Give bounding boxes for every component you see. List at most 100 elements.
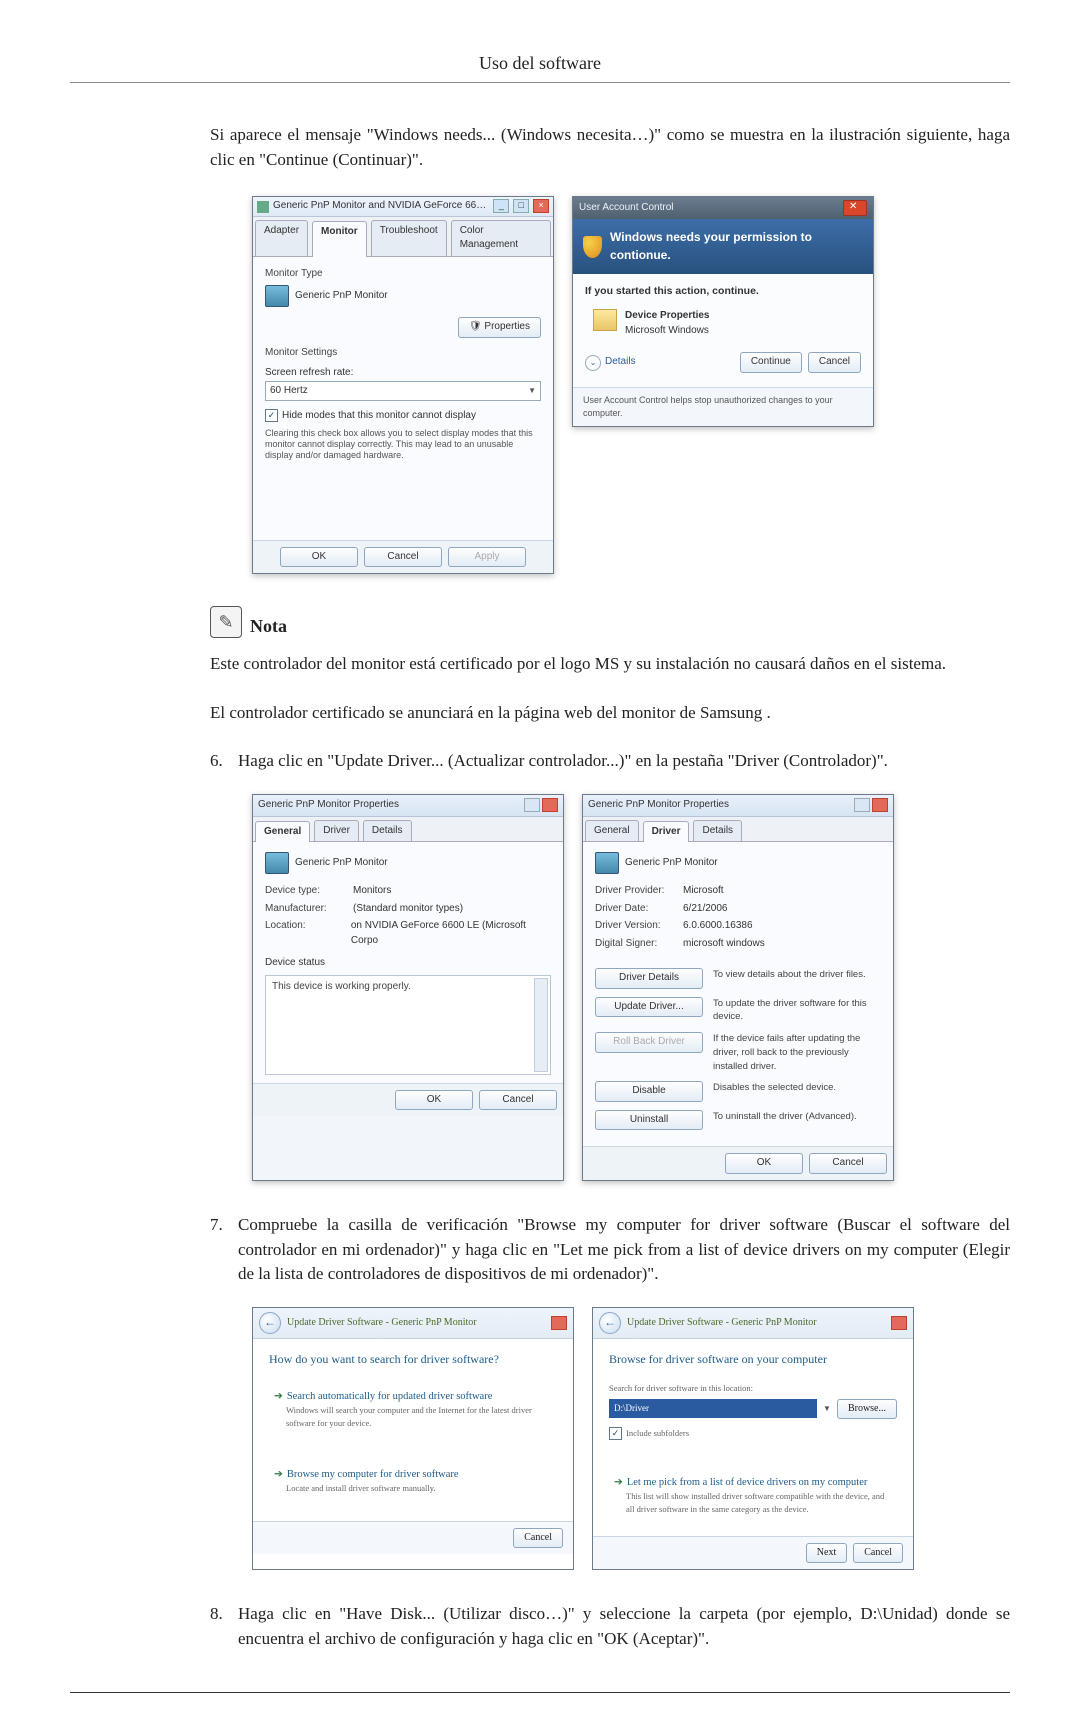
ok-button[interactable]: OK (725, 1153, 803, 1174)
signer-k: Digital Signer: (595, 937, 683, 952)
disable-desc: Disables the selected device. (713, 1081, 881, 1095)
continue-button[interactable]: Continue (740, 352, 802, 373)
monitor-name: Generic PnP Monitor (295, 289, 388, 304)
note-paragraph-2: El controlador certificado se anunciará … (210, 701, 1010, 726)
close-button[interactable] (872, 798, 888, 812)
note-paragraph-1: Este controlador del monitor está certif… (210, 652, 1010, 677)
cancel-button[interactable]: Cancel (513, 1528, 563, 1549)
path-combo[interactable]: D:\Driver (609, 1399, 817, 1418)
app-icon (593, 309, 617, 331)
tab-details[interactable]: Details (363, 820, 412, 842)
uac-titlebar: User Account Control (573, 197, 873, 219)
tab-adapter[interactable]: Adapter (255, 220, 308, 256)
manuf-v: (Standard monitor types) (353, 902, 463, 917)
intro-paragraph: Si aparece el mensaje "Windows needs... … (210, 123, 1010, 172)
close-button[interactable] (891, 1316, 907, 1330)
breadcrumb: Update Driver Software - Generic PnP Mon… (287, 1316, 477, 1331)
option-search-auto[interactable]: ➔Search automatically for updated driver… (269, 1382, 557, 1436)
monitor-settings-label: Monitor Settings (265, 346, 541, 361)
ok-button[interactable]: OK (280, 547, 358, 568)
tab-troubleshoot[interactable]: Troubleshoot (371, 220, 447, 256)
update-driver-desc: To update the driver software for this d… (713, 997, 881, 1025)
opt2-desc: Locate and install driver software manua… (286, 1482, 552, 1494)
opt2-title: Browse my computer for driver software (287, 1469, 459, 1480)
figure-3: ← Update Driver Software - Generic PnP M… (252, 1307, 1010, 1571)
tab-monitor[interactable]: Monitor (312, 221, 367, 257)
version-v: 6.0.6000.16386 (683, 919, 753, 934)
tab-general[interactable]: General (255, 821, 310, 843)
wizard-heading: Browse for driver software on your compu… (609, 1351, 897, 1368)
device-properties-general: Generic PnP Monitor Properties General D… (252, 794, 564, 1181)
cancel-button[interactable]: Cancel (853, 1543, 903, 1564)
minimize-button[interactable]: _ (493, 199, 509, 213)
uac-details-label: Details (605, 355, 636, 370)
chevron-down-icon: ▼ (823, 1403, 831, 1415)
cancel-button[interactable]: Cancel (364, 547, 442, 568)
cancel-button[interactable]: Cancel (809, 1153, 887, 1174)
arrow-icon: ➔ (614, 1477, 623, 1488)
uac-details-toggle[interactable]: ⌄ Details (585, 355, 636, 371)
include-subfolders-checkbox[interactable]: ✓ (609, 1427, 622, 1440)
properties-button[interactable]: 🛡 Properties (458, 317, 541, 338)
properties-button-label: Properties (484, 321, 530, 332)
help-button[interactable] (854, 798, 870, 812)
tab-color-management[interactable]: Color Management (451, 220, 551, 256)
cancel-button[interactable]: Cancel (479, 1090, 557, 1111)
step-text: Haga clic en "Update Driver... (Actualiz… (238, 749, 1010, 774)
monitor-icon (265, 285, 289, 307)
next-button[interactable]: Next (806, 1543, 847, 1564)
option-browse-computer[interactable]: ➔Browse my computer for driver software … (269, 1460, 557, 1502)
back-button[interactable]: ← (259, 1312, 281, 1334)
breadcrumb: Update Driver Software - Generic PnP Mon… (627, 1316, 817, 1331)
update-driver-button[interactable]: Update Driver... (595, 997, 703, 1018)
arrow-icon: ➔ (274, 1391, 283, 1402)
window-title: Generic PnP Monitor Properties (588, 798, 729, 813)
browse-button[interactable]: Browse... (837, 1399, 897, 1420)
driver-details-button[interactable]: Driver Details (595, 968, 703, 989)
tab-driver[interactable]: Driver (643, 821, 690, 843)
wizard-heading: How do you want to search for driver sof… (269, 1351, 557, 1368)
header-rule (70, 82, 1010, 83)
close-button[interactable]: × (533, 199, 549, 213)
chevron-down-icon: ⌄ (585, 355, 601, 371)
monitor-icon (265, 852, 289, 874)
window-title: Generic PnP Monitor Properties (258, 798, 399, 813)
figure-2: Generic PnP Monitor Properties General D… (252, 794, 1010, 1181)
option-let-me-pick[interactable]: ➔Let me pick from a list of device drive… (609, 1468, 897, 1522)
scrollbar[interactable] (534, 978, 548, 1072)
device-name: Generic PnP Monitor (295, 856, 388, 871)
hide-modes-checkbox[interactable]: ✓ (265, 409, 278, 422)
chevron-down-icon: ▼ (528, 385, 536, 397)
arrow-icon: ➔ (274, 1469, 283, 1480)
device-properties-driver: Generic PnP Monitor Properties General D… (582, 794, 894, 1181)
uninstall-button[interactable]: Uninstall (595, 1110, 703, 1131)
tab-details[interactable]: Details (693, 820, 742, 842)
provider-v: Microsoft (683, 884, 724, 899)
step-6: 6. Haga clic en "Update Driver... (Actua… (210, 749, 1010, 774)
refresh-rate-combo[interactable]: 60 Hertz ▼ (265, 381, 541, 402)
disable-button[interactable]: Disable (595, 1081, 703, 1102)
close-button[interactable] (542, 798, 558, 812)
provider-k: Driver Provider: (595, 884, 683, 899)
figure-1: Generic PnP Monitor and NVIDIA GeForce 6… (252, 196, 1010, 574)
devtype-k: Device type: (265, 884, 353, 899)
step-number: 6. (210, 749, 238, 774)
rollback-driver-desc: If the device fails after updating the d… (713, 1032, 881, 1073)
update-driver-how-window: ← Update Driver Software - Generic PnP M… (252, 1307, 574, 1571)
apply-button[interactable]: Apply (448, 547, 526, 568)
rollback-driver-button[interactable]: Roll Back Driver (595, 1032, 703, 1053)
content-column: Si aparece el mensaje "Windows needs... … (210, 123, 1010, 1652)
maximize-button[interactable]: □ (513, 199, 529, 213)
footer-rule (70, 1692, 1010, 1693)
cancel-button[interactable]: Cancel (808, 352, 861, 373)
note-label: Nota (250, 613, 287, 639)
tab-driver[interactable]: Driver (314, 820, 359, 842)
back-button[interactable]: ← (599, 1312, 621, 1334)
help-button[interactable] (524, 798, 540, 812)
close-button[interactable] (551, 1316, 567, 1330)
ok-button[interactable]: OK (395, 1090, 473, 1111)
tab-general[interactable]: General (585, 820, 639, 842)
uac-publisher: Microsoft Windows (625, 324, 710, 339)
close-button[interactable] (843, 200, 867, 216)
version-k: Driver Version: (595, 919, 683, 934)
